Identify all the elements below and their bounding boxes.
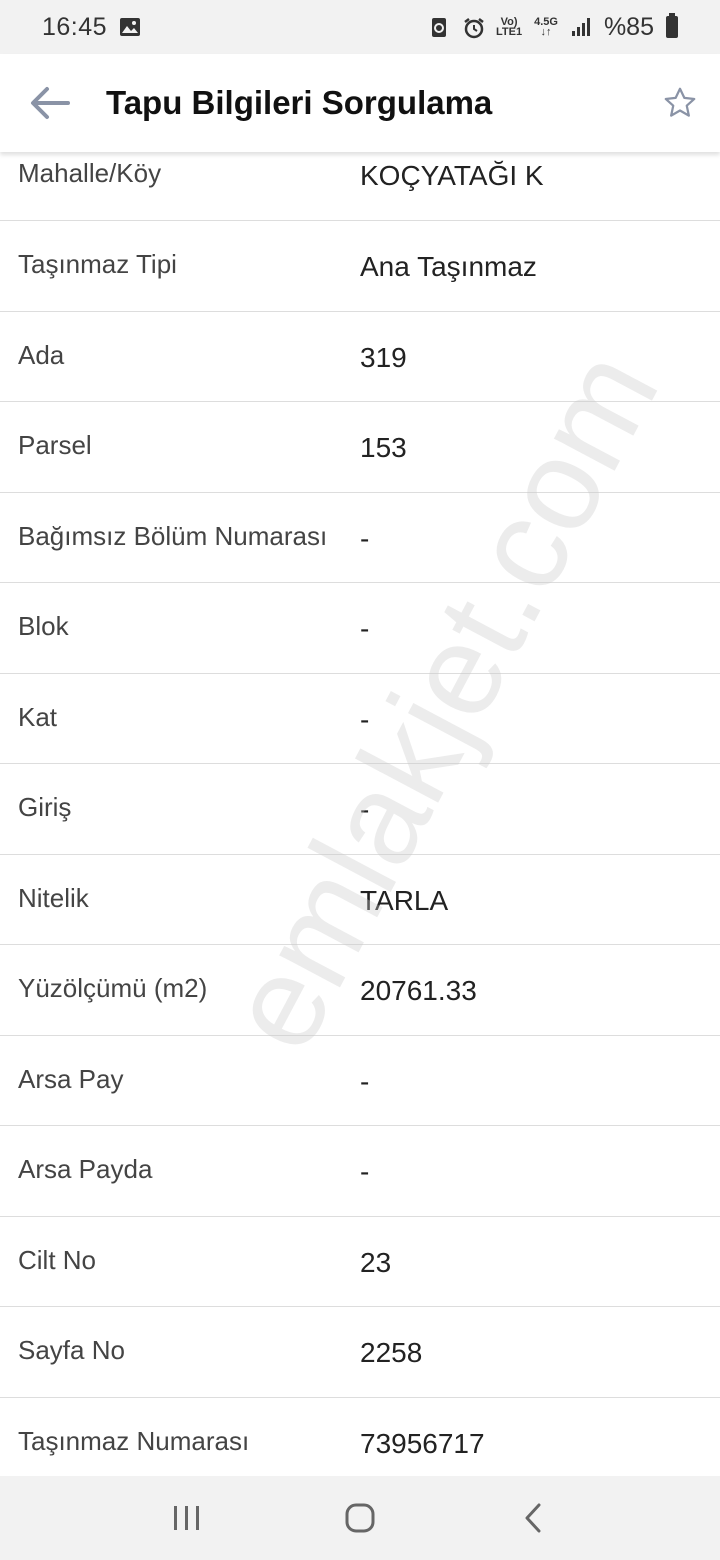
info-row-kat: Kat - xyxy=(0,674,720,764)
row-label: Blok xyxy=(18,611,69,641)
volte-bottom-text: LTE1 xyxy=(496,26,523,38)
battery-icon xyxy=(666,13,678,38)
row-value: 153 xyxy=(360,432,407,463)
arrow-left-icon xyxy=(31,87,70,119)
info-row-yuzolcumu: Yüzölçümü (m2) 20761.33 xyxy=(0,945,720,1036)
back-nav-button[interactable] xyxy=(493,1488,573,1548)
row-label: Kat xyxy=(18,701,58,732)
row-label: Ada xyxy=(18,339,65,370)
row-label: Taşınmaz Tipi xyxy=(18,249,177,279)
volte-indicator: Vo) LTE1 xyxy=(496,17,523,38)
data-arrows-icon: ↓↑ xyxy=(540,26,552,38)
status-left: 16:45 xyxy=(42,13,141,42)
row-label: Arsa Payda xyxy=(18,1154,153,1184)
info-row-arsa-pay: Arsa Pay - xyxy=(0,1036,720,1126)
navigation-bar xyxy=(0,1476,720,1560)
row-value: 23 xyxy=(360,1246,392,1278)
info-row-blok: Blok - xyxy=(0,583,720,674)
home-icon xyxy=(345,1503,375,1533)
info-row-arsa-payda: Arsa Payda - xyxy=(0,1126,720,1217)
status-bar: 16:45 Vo) LTE1 4.5G ↓↑ %85 xyxy=(0,0,720,54)
row-value: 73956717 xyxy=(360,1427,485,1459)
info-row-sayfa-no: Sayfa No 2258 xyxy=(0,1307,720,1398)
row-value: - xyxy=(360,703,370,735)
info-row-tasinmaz-tipi: Taşınmaz Tipi Ana Taşınmaz xyxy=(0,221,720,312)
star-icon xyxy=(664,87,696,117)
signal-icon xyxy=(570,16,592,38)
gallery-notification-icon xyxy=(119,16,141,38)
property-info-list[interactable]: Mahalle/Köy KOÇYATAĞI K Taşınmaz Tipi An… xyxy=(0,130,720,1476)
info-row-tasinmaz-numarasi: Taşınmaz Numarası 73956717 xyxy=(0,1398,720,1477)
recycle-notification-icon xyxy=(428,16,450,38)
row-value: - xyxy=(360,613,370,644)
row-label: Nitelik xyxy=(18,882,89,913)
row-value: Ana Taşınmaz xyxy=(360,251,537,282)
row-value: - xyxy=(360,794,370,825)
chevron-left-icon xyxy=(525,1503,541,1533)
info-row-ada: Ada 319 xyxy=(0,312,720,402)
row-label: Bağımsız Bölüm Numarası xyxy=(18,520,328,551)
row-label: Giriş xyxy=(18,792,72,822)
info-row-parsel: Parsel 153 xyxy=(0,402,720,493)
row-value: - xyxy=(360,522,370,554)
row-label: Mahalle/Köy xyxy=(18,158,162,188)
row-value: - xyxy=(360,1065,370,1097)
info-row-bagimsiz-bolum: Bağımsız Bölüm Numarası - xyxy=(0,493,720,583)
row-value: 319 xyxy=(360,341,407,373)
row-label: Taşınmaz Numarası xyxy=(18,1425,250,1456)
recent-apps-button[interactable] xyxy=(147,1488,227,1548)
row-value: TARLA xyxy=(360,884,449,916)
alarm-icon xyxy=(462,16,484,39)
row-value: 2258 xyxy=(360,1337,423,1368)
row-label: Arsa Pay xyxy=(18,1063,124,1094)
status-right: Vo) LTE1 4.5G ↓↑ %85 xyxy=(428,13,678,42)
recent-apps-icon xyxy=(173,1506,199,1530)
page-title: Tapu Bilgileri Sorgulama xyxy=(106,84,493,121)
row-value: KOÇYATAĞI K xyxy=(360,160,544,191)
row-label: Yüzölçümü (m2) xyxy=(18,973,208,1003)
row-value: 20761.33 xyxy=(360,975,477,1006)
data-type-indicator: 4.5G ↓↑ xyxy=(534,17,558,38)
favorite-button[interactable] xyxy=(640,54,720,152)
app-bar: Tapu Bilgileri Sorgulama xyxy=(0,54,720,152)
row-label: Sayfa No xyxy=(18,1335,125,1365)
row-label: Parsel xyxy=(18,430,92,460)
info-row-cilt-no: Cilt No 23 xyxy=(0,1217,720,1307)
back-button[interactable] xyxy=(0,54,100,152)
battery-percentage: %85 xyxy=(603,12,654,41)
row-value: - xyxy=(360,1156,370,1187)
status-time: 16:45 xyxy=(42,12,108,41)
home-button[interactable] xyxy=(320,1488,400,1548)
row-label: Cilt No xyxy=(18,1244,97,1275)
info-row-nitelik: Nitelik TARLA xyxy=(0,855,720,945)
info-row-giris: Giriş - xyxy=(0,764,720,855)
